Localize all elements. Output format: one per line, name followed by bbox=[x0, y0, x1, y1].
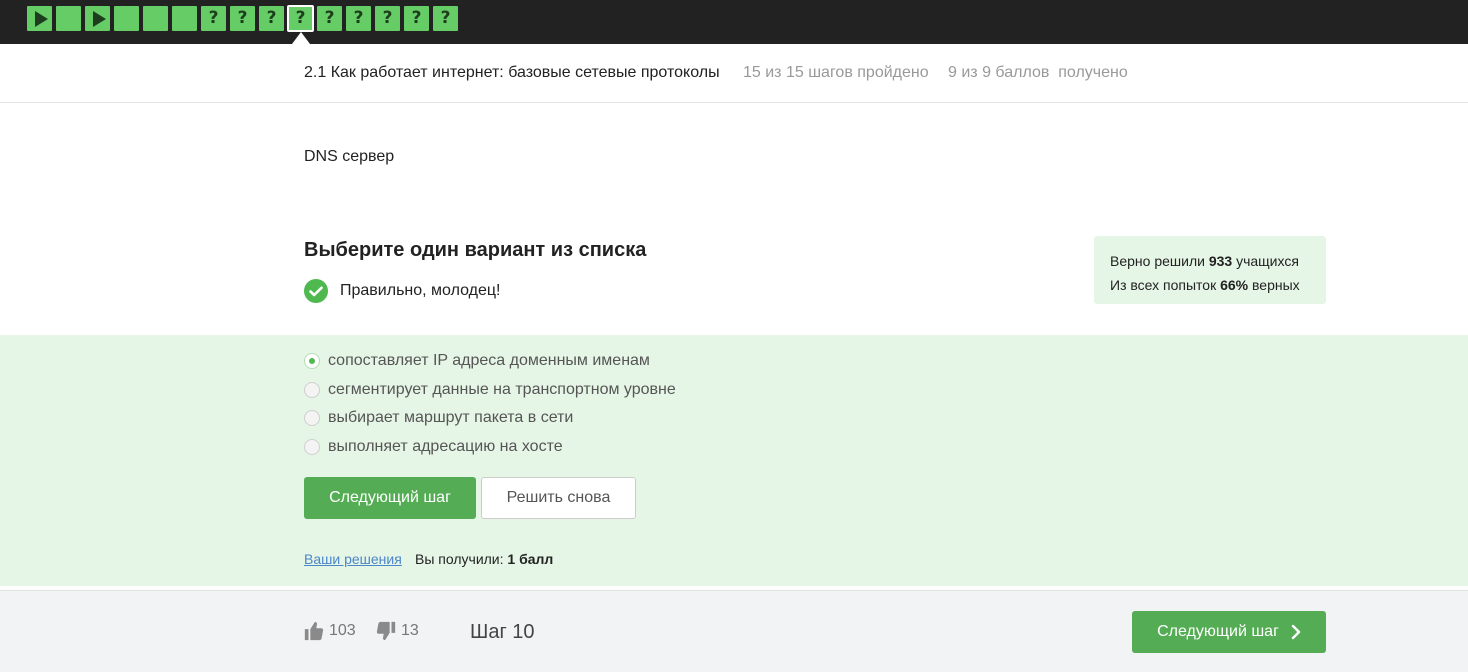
attempts-prefix: Из всех попыток bbox=[1110, 277, 1221, 293]
option-3[interactable]: выбирает маршрут пакета в сети bbox=[304, 409, 573, 427]
feedback-text: Правильно, молодец! bbox=[340, 282, 501, 299]
question-mark-icon: ? bbox=[353, 8, 364, 28]
step-item-1[interactable] bbox=[27, 6, 52, 31]
question-mark-icon: ? bbox=[411, 8, 422, 28]
step-item-12[interactable]: ? bbox=[346, 6, 371, 31]
task-title: Выберите один вариант из списка bbox=[304, 239, 647, 261]
step-item-10[interactable]: ? bbox=[287, 5, 314, 32]
radio-button[interactable] bbox=[304, 410, 320, 426]
like-count: 103 bbox=[329, 622, 356, 639]
question-mark-icon: ? bbox=[208, 8, 219, 28]
question-mark-icon: ? bbox=[382, 8, 393, 28]
question-mark-icon: ? bbox=[237, 8, 248, 28]
retry-button[interactable]: Решить снова bbox=[481, 477, 636, 519]
attempts-percent: 66% bbox=[1220, 277, 1249, 293]
option-1[interactable]: сопоставляет IP адреса доменным именам bbox=[304, 352, 650, 370]
step-item-3[interactable] bbox=[85, 6, 110, 31]
play-icon bbox=[34, 10, 48, 27]
lesson-title: 2.1 Как работает интернет: базовые сетев… bbox=[304, 64, 720, 81]
stats-box: Верно решили 933 учащихся Из всех попыто… bbox=[1094, 236, 1326, 304]
answer-area bbox=[0, 335, 1468, 586]
step-item-6[interactable] bbox=[172, 6, 197, 31]
question-mark-icon: ? bbox=[266, 8, 277, 28]
option-2[interactable]: сегментирует данные на транспортном уров… bbox=[304, 381, 676, 399]
option-label: сегментирует данные на транспортном уров… bbox=[328, 381, 676, 398]
feedback-row: Правильно, молодец! bbox=[304, 279, 500, 303]
question-mark-icon: ? bbox=[295, 8, 306, 28]
thumbs-up-icon bbox=[304, 621, 324, 641]
thumbs-down-icon bbox=[376, 621, 396, 641]
step-item-8[interactable]: ? bbox=[230, 6, 255, 31]
play-icon bbox=[92, 10, 106, 27]
attempts-stat: Из всех попыток 66% верных bbox=[1110, 273, 1310, 297]
lesson-header bbox=[0, 44, 1468, 103]
step-number: Шаг 10 bbox=[470, 621, 535, 643]
radio-button[interactable] bbox=[304, 382, 320, 398]
score-label: Вы получили: bbox=[415, 551, 508, 567]
step-list: ????????? bbox=[27, 5, 462, 32]
option-label: выбирает маршрут пакета в сети bbox=[328, 409, 574, 426]
step-item-5[interactable] bbox=[143, 6, 168, 31]
question-mark-icon: ? bbox=[440, 8, 451, 28]
option-label: сопоставляет IP адреса доменным именам bbox=[328, 352, 650, 369]
step-item-7[interactable]: ? bbox=[201, 6, 226, 31]
footer-next-label: Следующий шаг bbox=[1157, 623, 1279, 640]
current-step-pointer bbox=[292, 32, 310, 44]
attempts-suffix: верных bbox=[1248, 277, 1300, 293]
your-solutions-link[interactable]: Ваши решения bbox=[304, 551, 402, 567]
step-item-14[interactable]: ? bbox=[404, 6, 429, 31]
solved-stat: Верно решили 933 учащихся bbox=[1110, 249, 1310, 273]
question-mark-icon: ? bbox=[324, 8, 335, 28]
step-item-15[interactable]: ? bbox=[433, 6, 458, 31]
check-icon bbox=[304, 279, 328, 303]
lesson-points-progress: 9 из 9 баллов получено bbox=[948, 64, 1128, 81]
dislike-count: 13 bbox=[401, 622, 419, 639]
dislike-button[interactable]: 13 bbox=[375, 620, 419, 642]
step-item-2[interactable] bbox=[56, 6, 81, 31]
option-4[interactable]: выполняет адресацию на хосте bbox=[304, 438, 563, 456]
solved-prefix: Верно решили bbox=[1110, 253, 1209, 269]
score-received: Вы получили: 1 балл bbox=[415, 551, 553, 567]
lesson-steps-progress: 15 из 15 шагов пройдено bbox=[743, 64, 929, 81]
question-text: DNS сервер bbox=[304, 148, 395, 165]
chevron-right-icon bbox=[1291, 624, 1301, 640]
step-item-9[interactable]: ? bbox=[259, 6, 284, 31]
step-item-13[interactable]: ? bbox=[375, 6, 400, 31]
option-label: выполняет адресацию на хосте bbox=[328, 438, 563, 455]
solved-suffix: учащихся bbox=[1232, 253, 1299, 269]
step-item-11[interactable]: ? bbox=[317, 6, 342, 31]
radio-button[interactable] bbox=[304, 353, 320, 369]
step-item-4[interactable] bbox=[114, 6, 139, 31]
like-button[interactable]: 103 bbox=[303, 620, 356, 642]
radio-button[interactable] bbox=[304, 439, 320, 455]
solved-count: 933 bbox=[1208, 253, 1233, 269]
score-value: 1 балл bbox=[507, 551, 554, 567]
step-navigation-bar: ????????? bbox=[0, 0, 1468, 44]
footer-next-step-button[interactable]: Следующий шаг bbox=[1132, 611, 1326, 653]
next-step-button[interactable]: Следующий шаг bbox=[304, 477, 476, 519]
